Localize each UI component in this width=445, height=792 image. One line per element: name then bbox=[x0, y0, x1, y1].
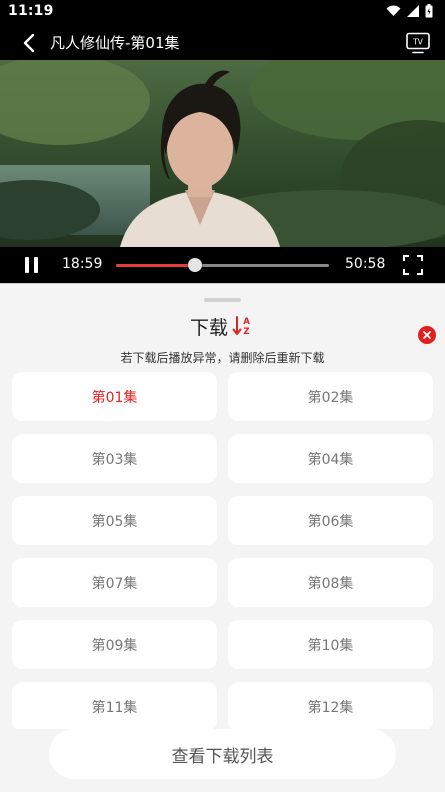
svg-text:TV: TV bbox=[412, 38, 424, 47]
episode-button[interactable]: 第04集 bbox=[228, 434, 433, 483]
episode-button[interactable]: 第09集 bbox=[12, 620, 217, 669]
episode-button[interactable]: 第05集 bbox=[12, 496, 217, 545]
pause-bar-right bbox=[34, 257, 38, 273]
seek-bar-thumb[interactable] bbox=[187, 258, 202, 272]
episode-button[interactable]: 第07集 bbox=[12, 558, 217, 607]
cast-button[interactable]: TV bbox=[405, 30, 431, 56]
video-title: 凡人修仙传-第01集 bbox=[50, 34, 180, 52]
sheet-header: 下载 A Z bbox=[190, 314, 252, 339]
view-download-list-button[interactable]: 查看下载列表 bbox=[49, 729, 396, 779]
episode-button[interactable]: 第10集 bbox=[228, 620, 433, 669]
close-button[interactable] bbox=[418, 326, 436, 344]
player-header: 凡人修仙传-第01集 TV bbox=[0, 24, 445, 60]
sort-az-icon: A Z bbox=[232, 316, 250, 337]
total-time: 50:58 bbox=[345, 256, 386, 272]
close-icon bbox=[423, 331, 431, 339]
sheet-drag-handle[interactable] bbox=[204, 298, 241, 302]
episode-button[interactable]: 第02集 bbox=[228, 372, 433, 421]
status-icons bbox=[386, 4, 433, 18]
player-controls: 18:59 50:58 bbox=[0, 247, 445, 283]
episode-button[interactable]: 第06集 bbox=[228, 496, 433, 545]
video-frame[interactable] bbox=[0, 60, 445, 247]
episode-grid: 第01集 第02集 第03集 第04集 第05集 第06集 第07集 第08集 … bbox=[12, 372, 433, 729]
sheet-title: 下载 bbox=[190, 316, 229, 339]
signal-icon bbox=[407, 5, 419, 17]
svg-text:Z: Z bbox=[243, 327, 249, 337]
episode-button[interactable]: 第01集 bbox=[12, 372, 217, 421]
episode-button[interactable]: 第03集 bbox=[12, 434, 217, 483]
svg-text:A: A bbox=[243, 317, 250, 327]
episode-button[interactable]: 第11集 bbox=[12, 682, 217, 729]
pause-button[interactable] bbox=[22, 255, 42, 275]
fullscreen-icon bbox=[403, 255, 423, 275]
fullscreen-button[interactable] bbox=[403, 255, 423, 275]
wifi-icon bbox=[386, 5, 401, 16]
video-still-image bbox=[0, 60, 445, 247]
download-sheet: 下载 A Z 若下载后播放异常，请删除后重新下载 第01集 第02集 第03集 … bbox=[0, 283, 445, 792]
status-time: 11:19 bbox=[8, 3, 54, 19]
back-button[interactable] bbox=[16, 30, 42, 56]
status-bar: 11:19 bbox=[0, 0, 445, 24]
current-time: 18:59 bbox=[62, 256, 103, 272]
episode-button[interactable]: 第12集 bbox=[228, 682, 433, 729]
chevron-left-icon bbox=[23, 33, 35, 53]
seek-bar[interactable] bbox=[116, 258, 329, 272]
seek-bar-progress bbox=[116, 264, 195, 267]
pause-bar-left bbox=[25, 257, 29, 273]
episode-button[interactable]: 第08集 bbox=[228, 558, 433, 607]
download-hint: 若下载后播放异常，请删除后重新下载 bbox=[120, 351, 325, 365]
sort-button[interactable]: A Z bbox=[232, 315, 252, 337]
tv-icon: TV bbox=[406, 32, 430, 54]
battery-icon bbox=[425, 4, 433, 18]
